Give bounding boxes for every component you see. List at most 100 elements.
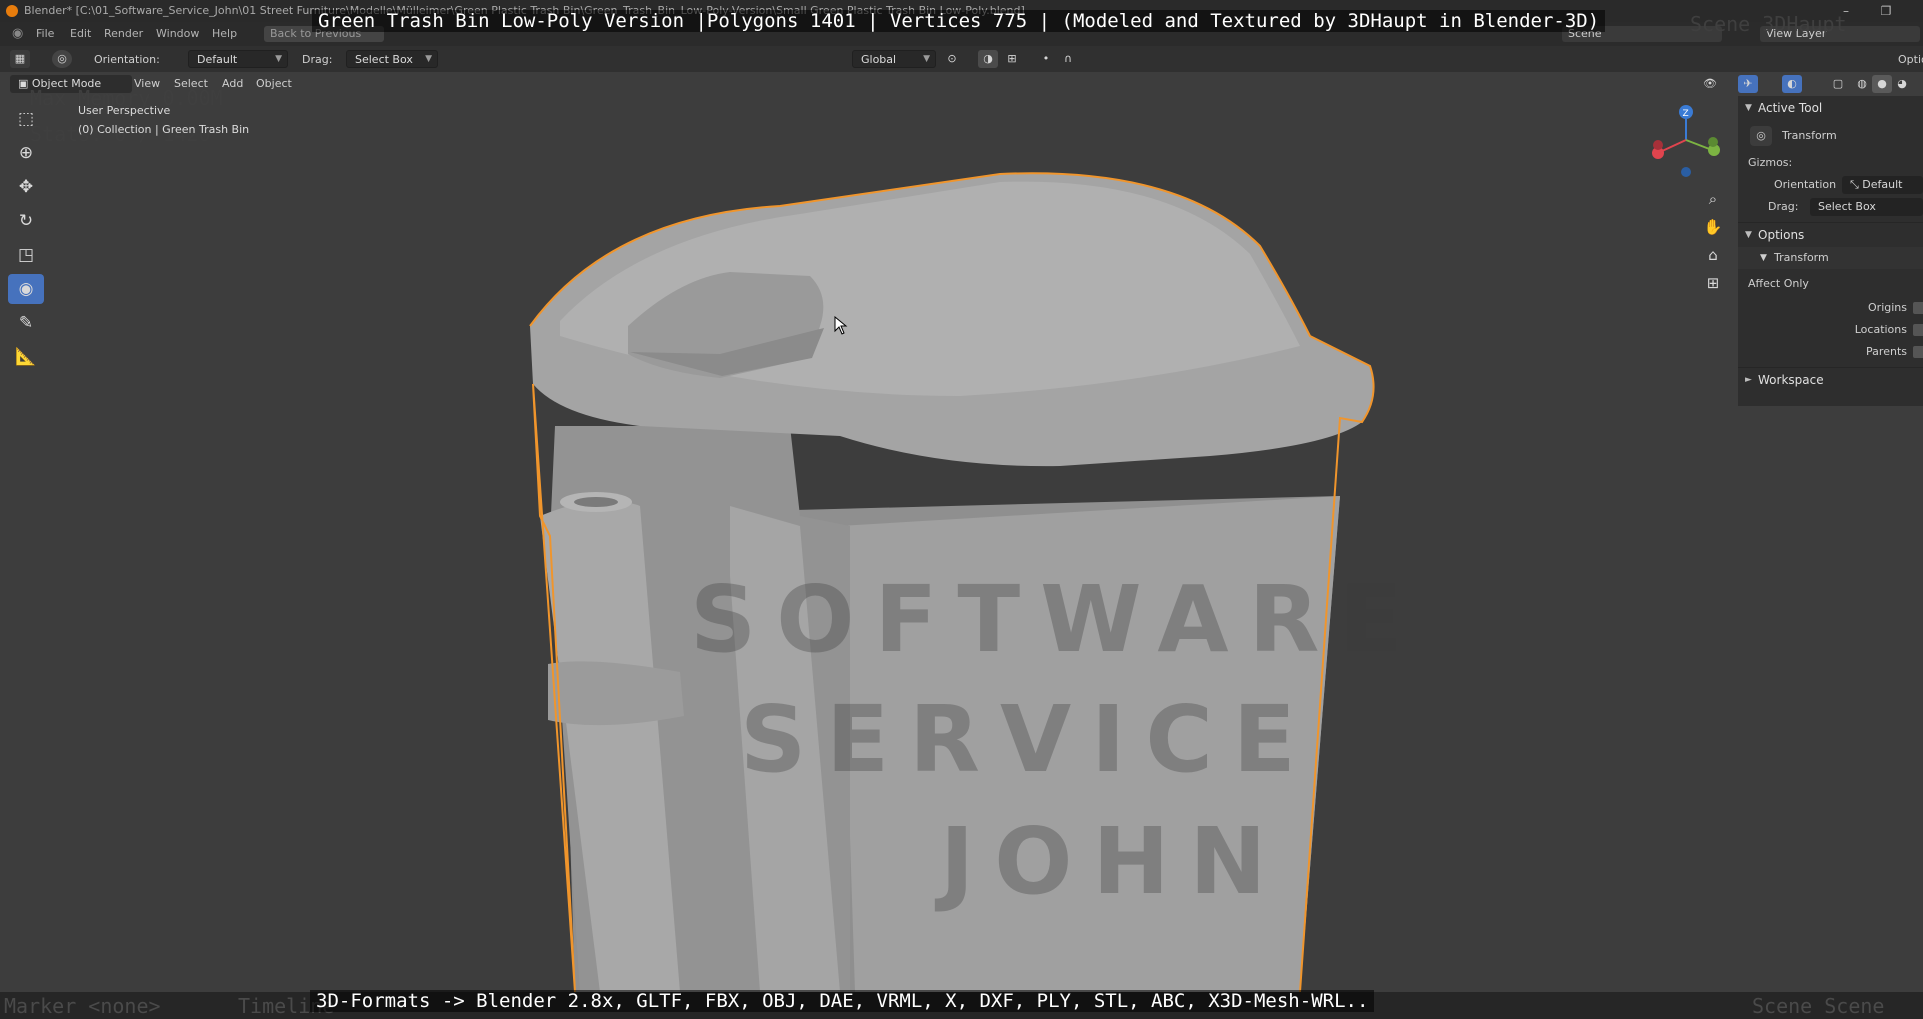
transform-orientation-dropdown[interactable]: Global ▼ bbox=[852, 50, 936, 68]
options-menu[interactable]: Optio bbox=[1898, 53, 1923, 66]
workspace-header[interactable]: ► Workspace bbox=[1738, 367, 1923, 392]
parents-row[interactable]: Parents bbox=[1738, 341, 1923, 363]
cursor-icon[interactable]: ⊕ bbox=[8, 138, 44, 168]
expand-triangle-icon: ▼ bbox=[1760, 253, 1767, 263]
menu-object[interactable]: Object bbox=[256, 77, 292, 90]
workspace-title: Workspace bbox=[1758, 373, 1824, 387]
transform-orientation-value: Global bbox=[861, 53, 897, 66]
parents-checkbox[interactable] bbox=[1913, 346, 1923, 358]
bottom-caption: 3D-Formats -> Blender 2.8x, GLTF, FBX, O… bbox=[310, 990, 1375, 1012]
options-header[interactable]: ▼ Options bbox=[1738, 222, 1923, 247]
np-orientation-value: Default bbox=[1862, 178, 1903, 191]
editor-type-icon[interactable]: ▦ bbox=[10, 50, 30, 68]
np-drag-label: Drag: bbox=[1768, 200, 1799, 213]
left-toolbar: ⬚ ⊕ ✥ ↻ ◳ ◉ ✎ 📐 bbox=[8, 104, 48, 376]
sidebar-n-panel: ▼ Active Tool ◎ Transform Gizmos: Orient… bbox=[1738, 96, 1923, 406]
navigation-gizmo[interactable]: Z bbox=[1648, 102, 1724, 182]
drag-dropdown[interactable]: Select Box ▼ bbox=[346, 50, 438, 68]
expand-triangle-icon: ▼ bbox=[1745, 103, 1752, 113]
menu-help[interactable]: Help bbox=[212, 27, 237, 40]
xray-icon[interactable]: ▢ bbox=[1828, 75, 1848, 93]
origins-label: Origins bbox=[1868, 301, 1907, 314]
measure-icon[interactable]: 📐 bbox=[8, 342, 44, 372]
marker-label: Marker <none> bbox=[4, 994, 161, 1018]
tool-header: ▦ ◎ Orientation: Default ▼ Drag: Select … bbox=[0, 46, 1923, 72]
orientation-label: Orientation: bbox=[94, 53, 160, 66]
top-caption: Green Trash Bin Low-Poly Version |Polygo… bbox=[312, 10, 1606, 32]
watermark-line-3: JOHN bbox=[940, 808, 1287, 915]
pivot-point-icon[interactable]: ⊙ bbox=[942, 50, 962, 68]
drag-label: Drag: bbox=[302, 53, 333, 66]
transform-tool-icon: ◎ bbox=[1750, 126, 1772, 146]
expand-triangle-icon: ▼ bbox=[1745, 230, 1752, 240]
np-orientation-label: Orientation bbox=[1774, 178, 1837, 191]
annotate-icon[interactable]: ✎ bbox=[8, 308, 44, 338]
select-box-icon[interactable]: ⬚ bbox=[8, 104, 44, 134]
rotate-icon[interactable]: ↻ bbox=[8, 206, 44, 236]
transform-subheader-label: Transform bbox=[1774, 251, 1829, 264]
active-tool-title: Active Tool bbox=[1758, 101, 1823, 115]
origins-checkbox[interactable] bbox=[1913, 302, 1923, 314]
np-drag-field[interactable]: Select Box bbox=[1810, 198, 1923, 216]
collapsed-triangle-icon: ► bbox=[1745, 375, 1752, 385]
np-orientation-icon: ⤡ bbox=[1850, 178, 1863, 191]
gizmos-label: Gizmos: bbox=[1748, 156, 1793, 169]
affect-only-row: Affect Only bbox=[1738, 273, 1923, 295]
options-title: Options bbox=[1758, 228, 1805, 242]
mouse-cursor-icon bbox=[834, 316, 848, 335]
locations-label: Locations bbox=[1854, 323, 1907, 336]
menu-window[interactable]: Window bbox=[156, 27, 199, 40]
blender-logo-icon bbox=[6, 5, 18, 17]
active-tool-header[interactable]: ▼ Active Tool bbox=[1738, 96, 1923, 120]
3d-viewport[interactable]: SOFTWARE SERVICE JOHN Max Memory 0.00M S… bbox=[0, 12, 1847, 992]
chevron-down-icon: ▼ bbox=[275, 54, 282, 64]
menu-edit[interactable]: Edit bbox=[70, 27, 91, 40]
orientation-value: Default bbox=[197, 53, 238, 66]
hand-pan-icon[interactable]: ✋ bbox=[1700, 214, 1726, 240]
parents-label: Parents bbox=[1866, 345, 1907, 358]
snap-toggle-icon[interactable]: ◑ bbox=[978, 50, 998, 68]
locations-checkbox[interactable] bbox=[1913, 324, 1923, 336]
trash-bin-model[interactable] bbox=[0, 96, 1738, 992]
blender-menu-icon[interactable]: ◉ bbox=[12, 26, 23, 41]
overlay-toggle-icon[interactable]: ◐ bbox=[1782, 75, 1802, 93]
camera-icon[interactable]: ⌂ bbox=[1700, 242, 1726, 268]
chevron-down-icon: ▼ bbox=[425, 54, 432, 64]
chevron-down-icon: ▼ bbox=[923, 54, 930, 64]
material-shading-icon[interactable]: ◕ bbox=[1892, 75, 1912, 93]
drag-row: Drag: Select Box bbox=[1738, 196, 1923, 218]
move-icon[interactable]: ✥ bbox=[8, 172, 44, 202]
wireframe-shading-icon[interactable]: ◍ bbox=[1852, 75, 1872, 93]
gizmo-toggle-icon[interactable]: ✈ bbox=[1738, 75, 1758, 93]
transform-subheader[interactable]: ▼ Transform bbox=[1738, 247, 1923, 269]
locations-row[interactable]: Locations bbox=[1738, 319, 1923, 341]
orientation-row: Orientation ⤡ Default bbox=[1738, 174, 1923, 196]
snap-target-icon[interactable]: ⊞ bbox=[1002, 50, 1022, 68]
ghost-scene-label: Scene 3DHaupt bbox=[1690, 12, 1847, 36]
menu-add[interactable]: Add bbox=[222, 77, 243, 90]
proportional-edit-icon[interactable]: • bbox=[1036, 50, 1056, 68]
solid-shading-icon[interactable]: ● bbox=[1872, 75, 1892, 93]
grid-icon[interactable]: ⊞ bbox=[1700, 270, 1726, 296]
gizmos-row: Gizmos: bbox=[1738, 152, 1923, 174]
maximize-button[interactable]: ❐ bbox=[1872, 2, 1900, 20]
transform-icon[interactable]: ◉ bbox=[8, 274, 44, 304]
origins-row[interactable]: Origins bbox=[1738, 297, 1923, 319]
affect-only-label: Affect Only bbox=[1748, 277, 1809, 290]
drag-value: Select Box bbox=[355, 53, 413, 66]
falloff-icon[interactable]: ∩ bbox=[1058, 50, 1078, 68]
scale-icon[interactable]: ◳ bbox=[8, 240, 44, 270]
active-tool-name: Transform bbox=[1782, 129, 1837, 142]
watermark-line-1: SOFTWARE bbox=[690, 566, 1423, 673]
zoom-icon[interactable]: ⌕ bbox=[1700, 186, 1726, 212]
active-tool-row[interactable]: ◎ Transform bbox=[1738, 120, 1923, 152]
menu-file[interactable]: File bbox=[36, 27, 54, 40]
orientation-dropdown[interactable]: Default ▼ bbox=[188, 50, 288, 68]
bottom-scene-label: Scene Scene bbox=[1752, 994, 1885, 1018]
view-perspective-label: User Perspective bbox=[78, 104, 171, 117]
np-orientation-field[interactable]: ⤡ Default bbox=[1842, 176, 1923, 194]
visibility-icon[interactable]: 👁 bbox=[1700, 75, 1720, 93]
transform-tool-icon[interactable]: ◎ bbox=[52, 50, 72, 68]
menu-render[interactable]: Render bbox=[104, 27, 143, 40]
watermark-line-2: SERVICE bbox=[740, 686, 1316, 793]
